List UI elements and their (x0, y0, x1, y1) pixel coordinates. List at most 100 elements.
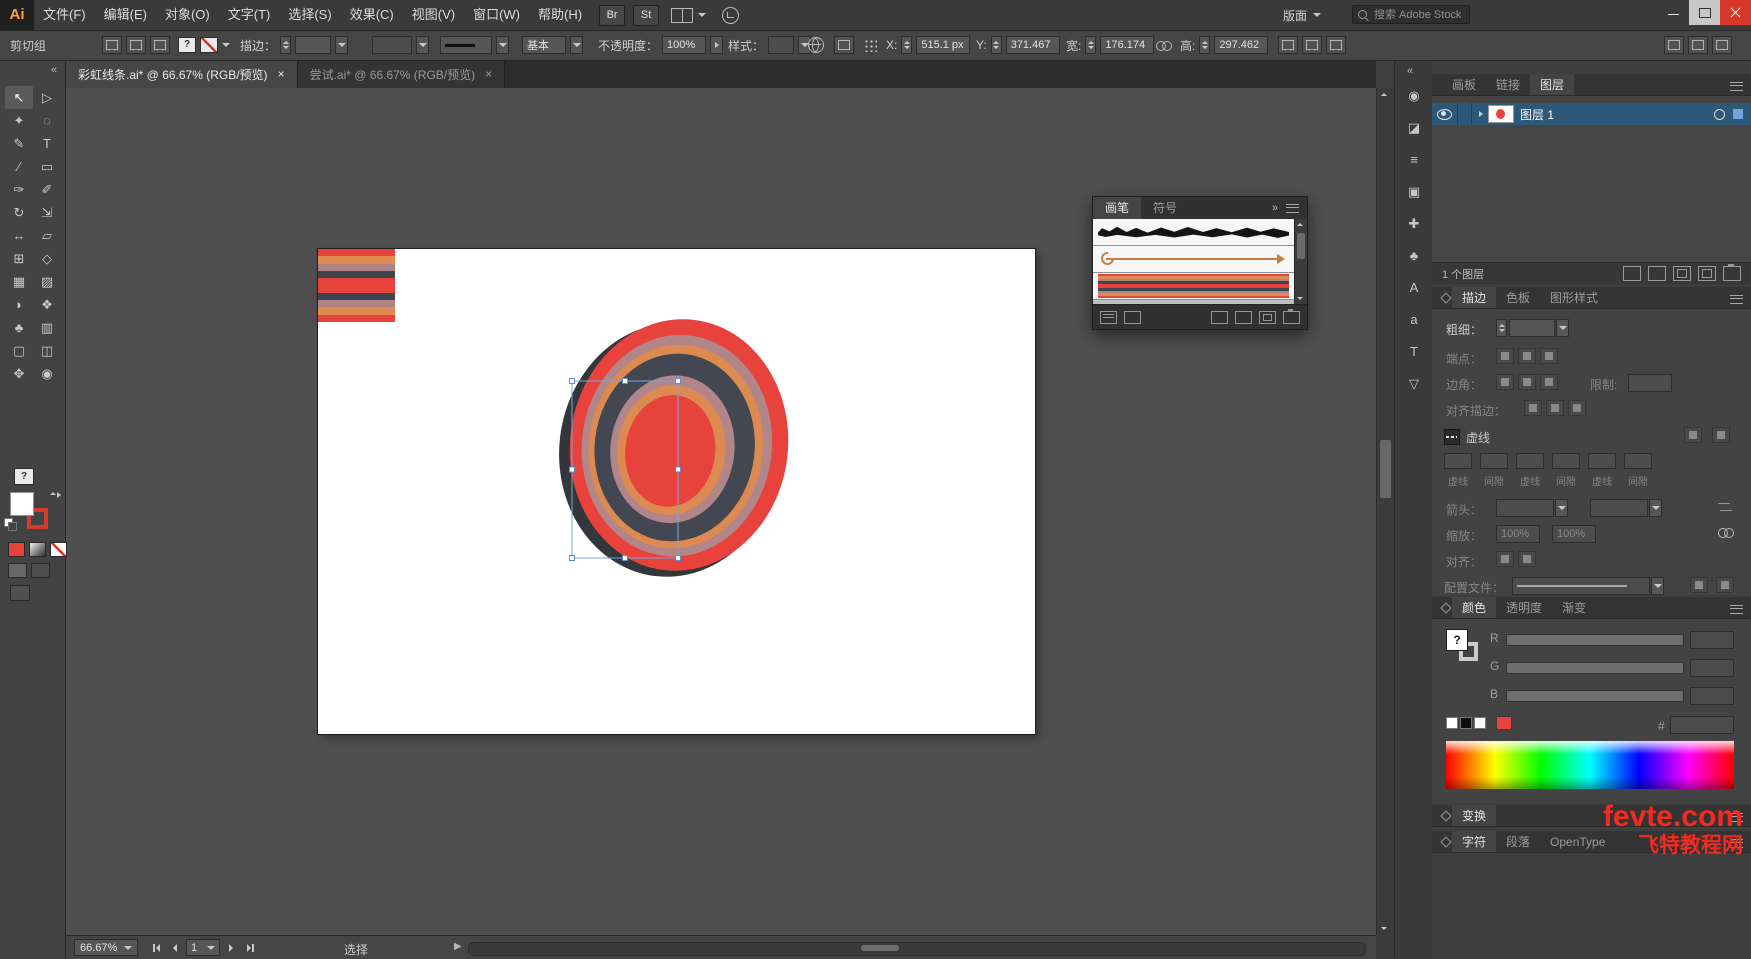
make-clip-mask-icon[interactable] (1648, 266, 1666, 281)
panel-menu-icon[interactable] (1730, 82, 1743, 91)
selection-handle[interactable] (622, 378, 628, 384)
control-panel-menu-icon[interactable] (1712, 36, 1732, 54)
app-logo[interactable]: Ai (0, 0, 34, 30)
document-tab[interactable]: 彩虹线条.ai* @ 66.67% (RGB/预览) × (66, 60, 298, 88)
lock-toggle[interactable] (1458, 103, 1472, 125)
y-field[interactable]: 371.467 (1005, 36, 1060, 54)
white-swatch[interactable] (1474, 717, 1486, 729)
brush-definition-dropdown[interactable] (570, 36, 583, 54)
brushes-panel-icon[interactable]: ✚ (1402, 212, 1426, 236)
arrow-scale-start-field[interactable]: 100% (1496, 525, 1540, 543)
glyphs-panel-icon[interactable]: a (1402, 308, 1426, 332)
brush-stroke-field[interactable] (440, 36, 492, 54)
paintbrush-tool[interactable]: ✑ (5, 178, 33, 201)
rotate-tool[interactable]: ↻ (5, 201, 33, 224)
brush-item-stripes[interactable] (1093, 273, 1294, 300)
green-field[interactable] (1690, 659, 1734, 677)
panel-menu-icon[interactable] (1730, 605, 1743, 614)
arrange-documents-icon[interactable] (671, 7, 694, 23)
blue-field[interactable] (1690, 687, 1734, 705)
red-slider[interactable] (1506, 634, 1684, 646)
menubar-item[interactable]: 编辑(E) (95, 0, 156, 30)
properties-panel-icon[interactable]: ≡ (1402, 148, 1426, 172)
weight-dropdown[interactable] (1556, 319, 1569, 337)
menubar-item[interactable]: 窗口(W) (464, 0, 529, 30)
layer-name[interactable]: 图层 1 (1520, 106, 1554, 123)
stroke-weight-stepper[interactable] (280, 36, 292, 54)
rotate-icon[interactable] (1302, 36, 1322, 54)
corner-round-icon[interactable] (1518, 374, 1536, 390)
dash-align-icon[interactable] (1712, 427, 1730, 443)
mesh-tool[interactable]: ▦ (5, 270, 33, 293)
tab-swatches[interactable]: 色板 (1496, 287, 1540, 308)
selection-handle[interactable] (675, 466, 681, 473)
tab-artboards[interactable]: 画板 (1442, 74, 1486, 95)
arrow-scale-end-field[interactable]: 100% (1552, 525, 1596, 543)
tab-brushes[interactable]: 画笔 (1093, 197, 1142, 219)
width-field[interactable]: 176.174 (1100, 36, 1155, 54)
draw-behind-icon[interactable] (31, 563, 50, 578)
symbols-panel-icon[interactable]: ♣ (1402, 244, 1426, 268)
align-stroke-inside-icon[interactable] (1546, 400, 1564, 416)
perspective-grid-tool[interactable]: ◇ (33, 247, 61, 270)
scrollbar-thumb[interactable] (861, 945, 899, 951)
draw-normal-icon[interactable] (8, 563, 27, 578)
panel-menu-icon[interactable] (1286, 203, 1299, 213)
menubar-item[interactable]: 选择(S) (279, 0, 340, 30)
menubar-item[interactable]: 效果(C) (341, 0, 403, 30)
cap-butt-icon[interactable] (1496, 348, 1514, 364)
preferences-icon[interactable] (834, 36, 854, 54)
fill-color-indicator[interactable]: ? (178, 37, 196, 53)
lasso-tool[interactable]: ◌ (33, 109, 61, 132)
zoom-control[interactable]: 66.67% (74, 939, 138, 956)
menubar-item[interactable]: 视图(V) (403, 0, 464, 30)
status-expand-icon[interactable]: ▶ (454, 941, 462, 952)
shear-icon[interactable] (1278, 36, 1298, 54)
blend-tool[interactable]: ❖ (33, 293, 61, 316)
profile-field[interactable] (1512, 577, 1650, 595)
chevron-down-icon[interactable] (698, 13, 707, 17)
arrow-end-field[interactable] (1590, 499, 1648, 517)
limit-field[interactable] (1628, 374, 1672, 392)
fill-color-swatch[interactable] (10, 492, 34, 516)
rectangle-tool[interactable]: ▭ (33, 155, 61, 178)
brush-definition-field[interactable]: 基本 (522, 36, 566, 54)
gradient-panel-icon[interactable]: ◪ (1402, 116, 1426, 140)
swatches-panel-icon[interactable]: ▣ (1402, 180, 1426, 204)
shape-builder-tool[interactable]: ⊞ (5, 247, 33, 270)
scrollbar-thumb[interactable] (1297, 233, 1305, 259)
chevron-down-icon[interactable] (222, 43, 230, 47)
y-stepper[interactable] (990, 36, 1002, 54)
menubar-item[interactable]: 对象(O) (156, 0, 219, 30)
prev-artboard-icon[interactable] (167, 939, 183, 956)
dash-value-field[interactable] (1588, 453, 1616, 469)
none-button[interactable] (50, 542, 67, 557)
stock-search[interactable] (1352, 5, 1470, 24)
tab-layers[interactable]: 图层 (1530, 74, 1575, 95)
swap-fill-stroke-icon[interactable] (50, 492, 61, 498)
document-tab[interactable]: 尝试.ai* @ 66.67% (RGB/预览) × (297, 60, 506, 88)
flip-along-icon[interactable] (1690, 577, 1708, 593)
tab-links[interactable]: 链接 (1486, 74, 1530, 95)
vertical-scrollbar[interactable] (1376, 88, 1394, 935)
last-artboard-icon[interactable] (242, 939, 258, 956)
new-sublayer-icon[interactable] (1673, 266, 1691, 281)
opacity-expand[interactable] (710, 36, 724, 54)
first-artboard-icon[interactable] (148, 939, 164, 956)
hex-field[interactable] (1670, 716, 1734, 734)
green-slider[interactable] (1506, 662, 1684, 674)
profile-dropdown[interactable] (1651, 577, 1664, 595)
selection-tool[interactable]: ↖ (5, 86, 33, 109)
black-swatch[interactable] (1460, 717, 1472, 729)
brush-options-icon[interactable] (1235, 310, 1252, 324)
target-circle-icon[interactable] (1714, 108, 1725, 120)
panel-collapse-icon[interactable] (1440, 809, 1452, 822)
flip-icon[interactable] (1326, 36, 1346, 54)
expand-layer-icon[interactable] (1479, 111, 1483, 117)
tab-gradient[interactable]: 渐变 (1552, 597, 1596, 618)
arrow-start-dropdown[interactable] (1555, 499, 1568, 517)
maximize-button[interactable] (1689, 0, 1720, 25)
constrain-proportions-icon[interactable] (1156, 40, 1172, 51)
gradient-tool[interactable]: ▨ (33, 270, 61, 293)
dash-value-field[interactable] (1516, 453, 1544, 469)
